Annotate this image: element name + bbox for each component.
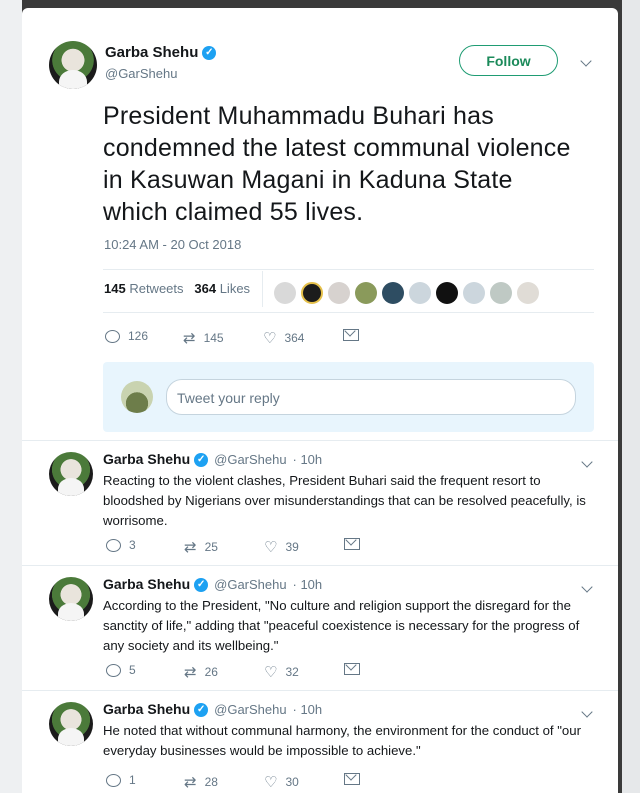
direct-message-action[interactable] <box>344 773 360 785</box>
likes-stat[interactable]: 364 Likes <box>194 281 250 296</box>
reply-input[interactable]: Tweet your reply <box>166 379 576 415</box>
divider <box>103 312 594 313</box>
author-handle[interactable]: @GarShehu <box>105 66 177 81</box>
like-action[interactable]: ♡ 32 <box>264 663 299 681</box>
reply-text: He noted that without communal harmony, … <box>103 723 581 758</box>
reply-tweet[interactable]: Garba Shehu ✓ @GarShehu · 10h According to… <box>22 565 618 690</box>
verified-icon: ✓ <box>202 46 217 61</box>
author-avatar[interactable] <box>49 577 93 621</box>
verified-icon: ✓ <box>194 578 209 593</box>
divider <box>103 269 594 270</box>
liker-avatar[interactable] <box>409 282 431 304</box>
liker-avatar[interactable] <box>490 282 512 304</box>
retweet-action[interactable]: ⇄ 145 <box>183 329 224 347</box>
direct-message-action[interactable] <box>344 663 360 675</box>
direct-message-action[interactable] <box>343 329 359 341</box>
direct-message-icon <box>344 538 360 550</box>
direct-message-action[interactable] <box>344 538 360 550</box>
verified-icon: ✓ <box>194 703 209 718</box>
direct-message-icon <box>344 663 360 675</box>
liker-avatar[interactable] <box>463 282 485 304</box>
retweet-icon: ⇄ <box>183 329 196 347</box>
author-avatar[interactable] <box>49 702 93 746</box>
like-icon: ♡ <box>263 329 277 347</box>
like-action[interactable]: ♡ 364 <box>263 329 304 347</box>
reply-icon <box>106 538 121 552</box>
retweets-stat[interactable]: 145 Retweets <box>104 281 184 296</box>
reply-action[interactable]: 3 <box>106 538 136 552</box>
direct-message-icon <box>344 773 360 785</box>
reply-text: Reacting to the violent clashes, Preside… <box>103 473 586 528</box>
chevron-down-icon[interactable] <box>579 706 595 722</box>
tweet-text: President Muhammadu Buhari has condemned… <box>103 102 571 226</box>
reply-icon <box>106 663 121 677</box>
like-action[interactable]: ♡ 39 <box>264 538 299 556</box>
liker-avatar[interactable] <box>328 282 350 304</box>
author-avatar[interactable] <box>49 41 97 89</box>
retweet-action[interactable]: ⇄ 26 <box>184 663 218 681</box>
reply-actions: 1 ⇄ 28 ♡ 30 <box>106 773 406 791</box>
reply-actions: 5 ⇄ 26 ♡ 32 <box>106 663 406 681</box>
liker-avatar[interactable] <box>436 282 458 304</box>
tweet-modal: Garba Shehu ✓ @GarShehu Follow President … <box>22 8 618 793</box>
liker-avatar[interactable] <box>274 282 296 304</box>
tweet-stats: 145 Retweets 364 Likes <box>104 281 250 296</box>
author-display-name[interactable]: Garba Shehu <box>105 44 198 61</box>
reply-action[interactable]: 5 <box>106 663 136 677</box>
background-page-right <box>622 0 640 793</box>
reply-action[interactable]: 126 <box>105 329 148 343</box>
direct-message-icon <box>343 329 359 341</box>
reply-composer: Tweet your reply <box>103 362 594 432</box>
retweet-icon: ⇄ <box>184 538 197 556</box>
retweet-action[interactable]: ⇄ 28 <box>184 773 218 791</box>
retweet-icon: ⇄ <box>184 663 197 681</box>
retweet-action[interactable]: ⇄ 25 <box>184 538 218 556</box>
author-name-row[interactable]: Garba Shehu ✓ <box>105 44 217 61</box>
reply-tweet[interactable]: Garba Shehu ✓ @GarShehu · 10h He noted tha… <box>22 690 618 793</box>
like-icon: ♡ <box>264 663 278 681</box>
author-avatar[interactable] <box>49 452 93 496</box>
reply-icon <box>105 329 120 343</box>
divider <box>22 565 618 566</box>
like-action[interactable]: ♡ 30 <box>264 773 299 791</box>
current-user-avatar <box>121 381 153 413</box>
retweet-icon: ⇄ <box>184 773 197 791</box>
background-page-left <box>0 0 22 793</box>
reply-author[interactable]: Garba Shehu ✓ @GarShehu · 10h <box>103 576 322 593</box>
chevron-down-icon[interactable] <box>579 456 595 472</box>
verified-icon: ✓ <box>194 453 209 468</box>
like-icon: ♡ <box>264 538 278 556</box>
reply-tweet[interactable]: Garba Shehu ✓ @GarShehu · 10h Reacting to … <box>22 440 618 565</box>
liker-avatar[interactable] <box>517 282 539 304</box>
reply-author[interactable]: Garba Shehu ✓ @GarShehu · 10h <box>103 451 322 468</box>
tweet-timestamp[interactable]: 10:24 AM - 20 Oct 2018 <box>104 237 241 252</box>
chevron-down-icon[interactable] <box>579 581 595 597</box>
stats-divider <box>262 271 263 307</box>
tweet-actions: 126 ⇄ 145 ♡ 364 <box>105 329 505 347</box>
chevron-down-icon[interactable] <box>578 55 594 71</box>
liker-avatar[interactable] <box>301 282 323 304</box>
liker-avatar[interactable] <box>382 282 404 304</box>
liker-avatar[interactable] <box>355 282 377 304</box>
divider <box>22 690 618 691</box>
divider <box>22 440 618 441</box>
reply-text: According to the President, "No culture … <box>103 598 580 653</box>
reply-author[interactable]: Garba Shehu ✓ @GarShehu · 10h <box>103 701 322 718</box>
reply-actions: 3 ⇄ 25 ♡ 39 <box>106 538 406 556</box>
reply-action[interactable]: 1 <box>106 773 136 787</box>
follow-button[interactable]: Follow <box>459 45 558 76</box>
reply-icon <box>106 773 121 787</box>
like-icon: ♡ <box>264 773 278 791</box>
